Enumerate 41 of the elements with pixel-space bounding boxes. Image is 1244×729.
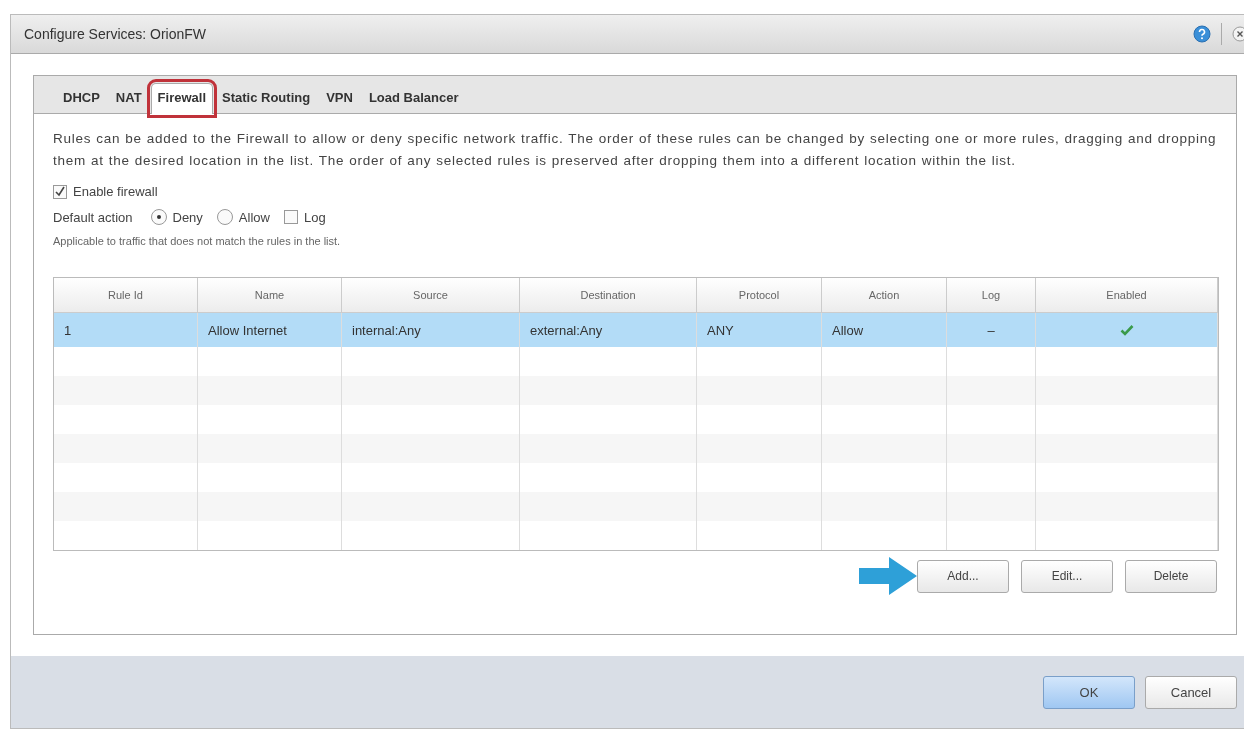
table-cell: 1 [64,322,72,338]
table-row[interactable]: 1 Allow Internet internal:Any external:Any ANY Allow – [54,313,1218,347]
column-header[interactable]: Destination [520,278,697,312]
window-title: Configure Services: OrionFW [24,26,207,42]
column-header[interactable]: Source [342,278,520,312]
checkbox[interactable] [53,184,67,199]
table-action-button[interactable]: Edit... [1021,559,1113,593]
radio-button[interactable] [150,209,167,225]
close-icon[interactable] [1232,26,1244,42]
checkbox-label: Enable firewall [73,184,158,199]
table-action-button[interactable]: Delete [1125,559,1217,593]
cancel-button[interactable]: Cancel [1145,675,1237,709]
description-text: Rules can be added to the Firewall to allow or deny specific network traffic. The order of these rules can be changed by selecting one or more rules, dragging and dropping them at the desired location in the list. The order of any selected rules is preserved after dropping them into a different location within the list. [53,130,1217,170]
table-cell: external:Any [530,322,603,338]
field-label: Default action [53,209,133,225]
column-header[interactable]: Protocol [697,278,822,312]
table-cell: internal:Any [352,322,421,338]
help-icon[interactable] [1193,25,1211,43]
column-header[interactable]: Log [947,278,1036,312]
column-header[interactable]: Name [198,278,342,312]
tab[interactable]: VPN [319,83,360,114]
column-header[interactable]: Action [822,278,947,312]
tab[interactable]: DHCP [56,83,107,114]
table-cell: ANY [707,322,734,338]
radio-label: Allow [238,209,270,225]
tab[interactable]: Load Balancer [361,83,466,114]
table-cell: Allow [832,322,864,338]
arrow-icon [859,557,917,595]
table-cell: Allow Internet [208,322,287,338]
checkbox[interactable] [283,210,298,224]
ok-button[interactable]: OK [1043,675,1135,709]
radio-label: Deny [172,209,203,225]
radio-button[interactable] [216,209,233,225]
column-header[interactable]: Enabled [1036,278,1218,312]
column-header[interactable]: Rule Id [54,278,198,312]
table-cell: – [987,322,995,338]
checkbox-label: Log [303,209,326,225]
hint-text: Applicable to traffic that does not match the rules in the list. [53,235,342,247]
table-action-button[interactable]: Add... [917,559,1009,593]
tab[interactable]: Static Routing [215,83,318,114]
tab[interactable]: NAT [108,83,149,114]
